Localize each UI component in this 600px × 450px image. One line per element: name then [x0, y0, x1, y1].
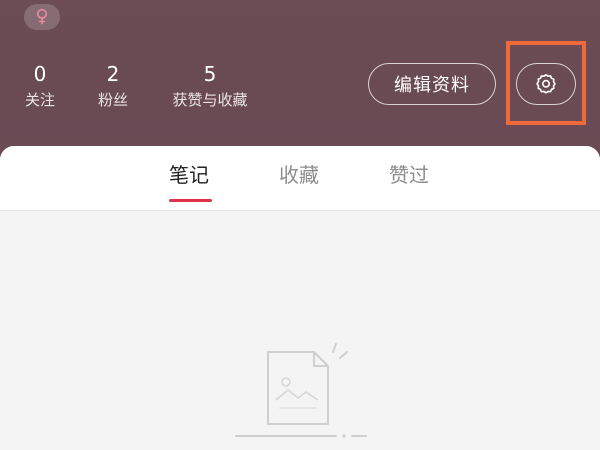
stat-following-label: 关注 [24, 91, 55, 109]
profile-header: ♀ 0 关注 2 粉丝 5 获赞与收藏 编辑资料 [0, 0, 600, 160]
edit-profile-button[interactable]: 编辑资料 [368, 63, 496, 105]
stat-followers[interactable]: 2 粉丝 [94, 62, 132, 110]
active-tab-indicator [169, 199, 212, 202]
tab-notes[interactable]: 笔记 [169, 162, 209, 188]
stat-likes-count: 5 [203, 62, 217, 86]
stat-followers-count: 2 [106, 62, 120, 86]
stat-likes-label: 获赞与收藏 [172, 91, 248, 109]
gender-badge: ♀ [24, 4, 60, 30]
stat-followers-label: 粉丝 [97, 91, 128, 109]
tab-bar: 笔记 收藏 赞过 [0, 146, 600, 211]
stat-likes-collects[interactable]: 5 获赞与收藏 [164, 62, 256, 110]
stat-following-count: 0 [33, 62, 47, 86]
stat-following[interactable]: 0 关注 [22, 62, 58, 110]
tab-collections[interactable]: 收藏 [279, 162, 319, 188]
female-icon: ♀ [35, 6, 49, 27]
content-card: 笔记 收藏 赞过 [0, 146, 600, 450]
empty-note-icon [235, 343, 367, 438]
settings-highlight-box [506, 41, 586, 125]
tab-liked[interactable]: 赞过 [389, 162, 429, 188]
